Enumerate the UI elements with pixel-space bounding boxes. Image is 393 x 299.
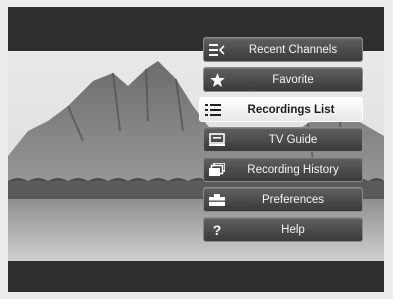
tv-guide-icon <box>204 128 230 151</box>
menu-item-label: Recording History <box>247 163 339 176</box>
history-icon <box>204 158 230 181</box>
question-icon: ? <box>212 221 222 238</box>
menu-item-recent-channels[interactable]: Recent Channels <box>203 37 363 62</box>
list-icon <box>200 98 226 121</box>
menu-item-label: Preferences <box>261 193 324 206</box>
menu-item-recording-history[interactable]: Recording History <box>203 157 363 182</box>
menu-item-label: Recent Channels <box>248 43 338 56</box>
menu-item-label: Help <box>281 223 305 236</box>
menu-item-help[interactable]: ? Help <box>203 217 363 242</box>
star-icon <box>204 68 230 91</box>
menu-item-label: Recordings List <box>247 103 335 116</box>
tv-screen: Recent Channels Favorite Recordings List… <box>8 7 384 292</box>
recent-channels-icon <box>204 38 230 61</box>
menu-item-label: Favorite <box>272 73 314 86</box>
menu-item-label: TV Guide <box>268 133 318 146</box>
menu-item-favorite[interactable]: Favorite <box>203 67 363 92</box>
menu-item-tv-guide[interactable]: TV Guide <box>203 127 363 152</box>
preferences-icon <box>204 188 230 211</box>
menu-item-recordings-list[interactable]: Recordings List <box>199 97 363 122</box>
menu-item-preferences[interactable]: Preferences <box>203 187 363 212</box>
main-menu: Recent Channels Favorite Recordings List… <box>199 37 363 247</box>
